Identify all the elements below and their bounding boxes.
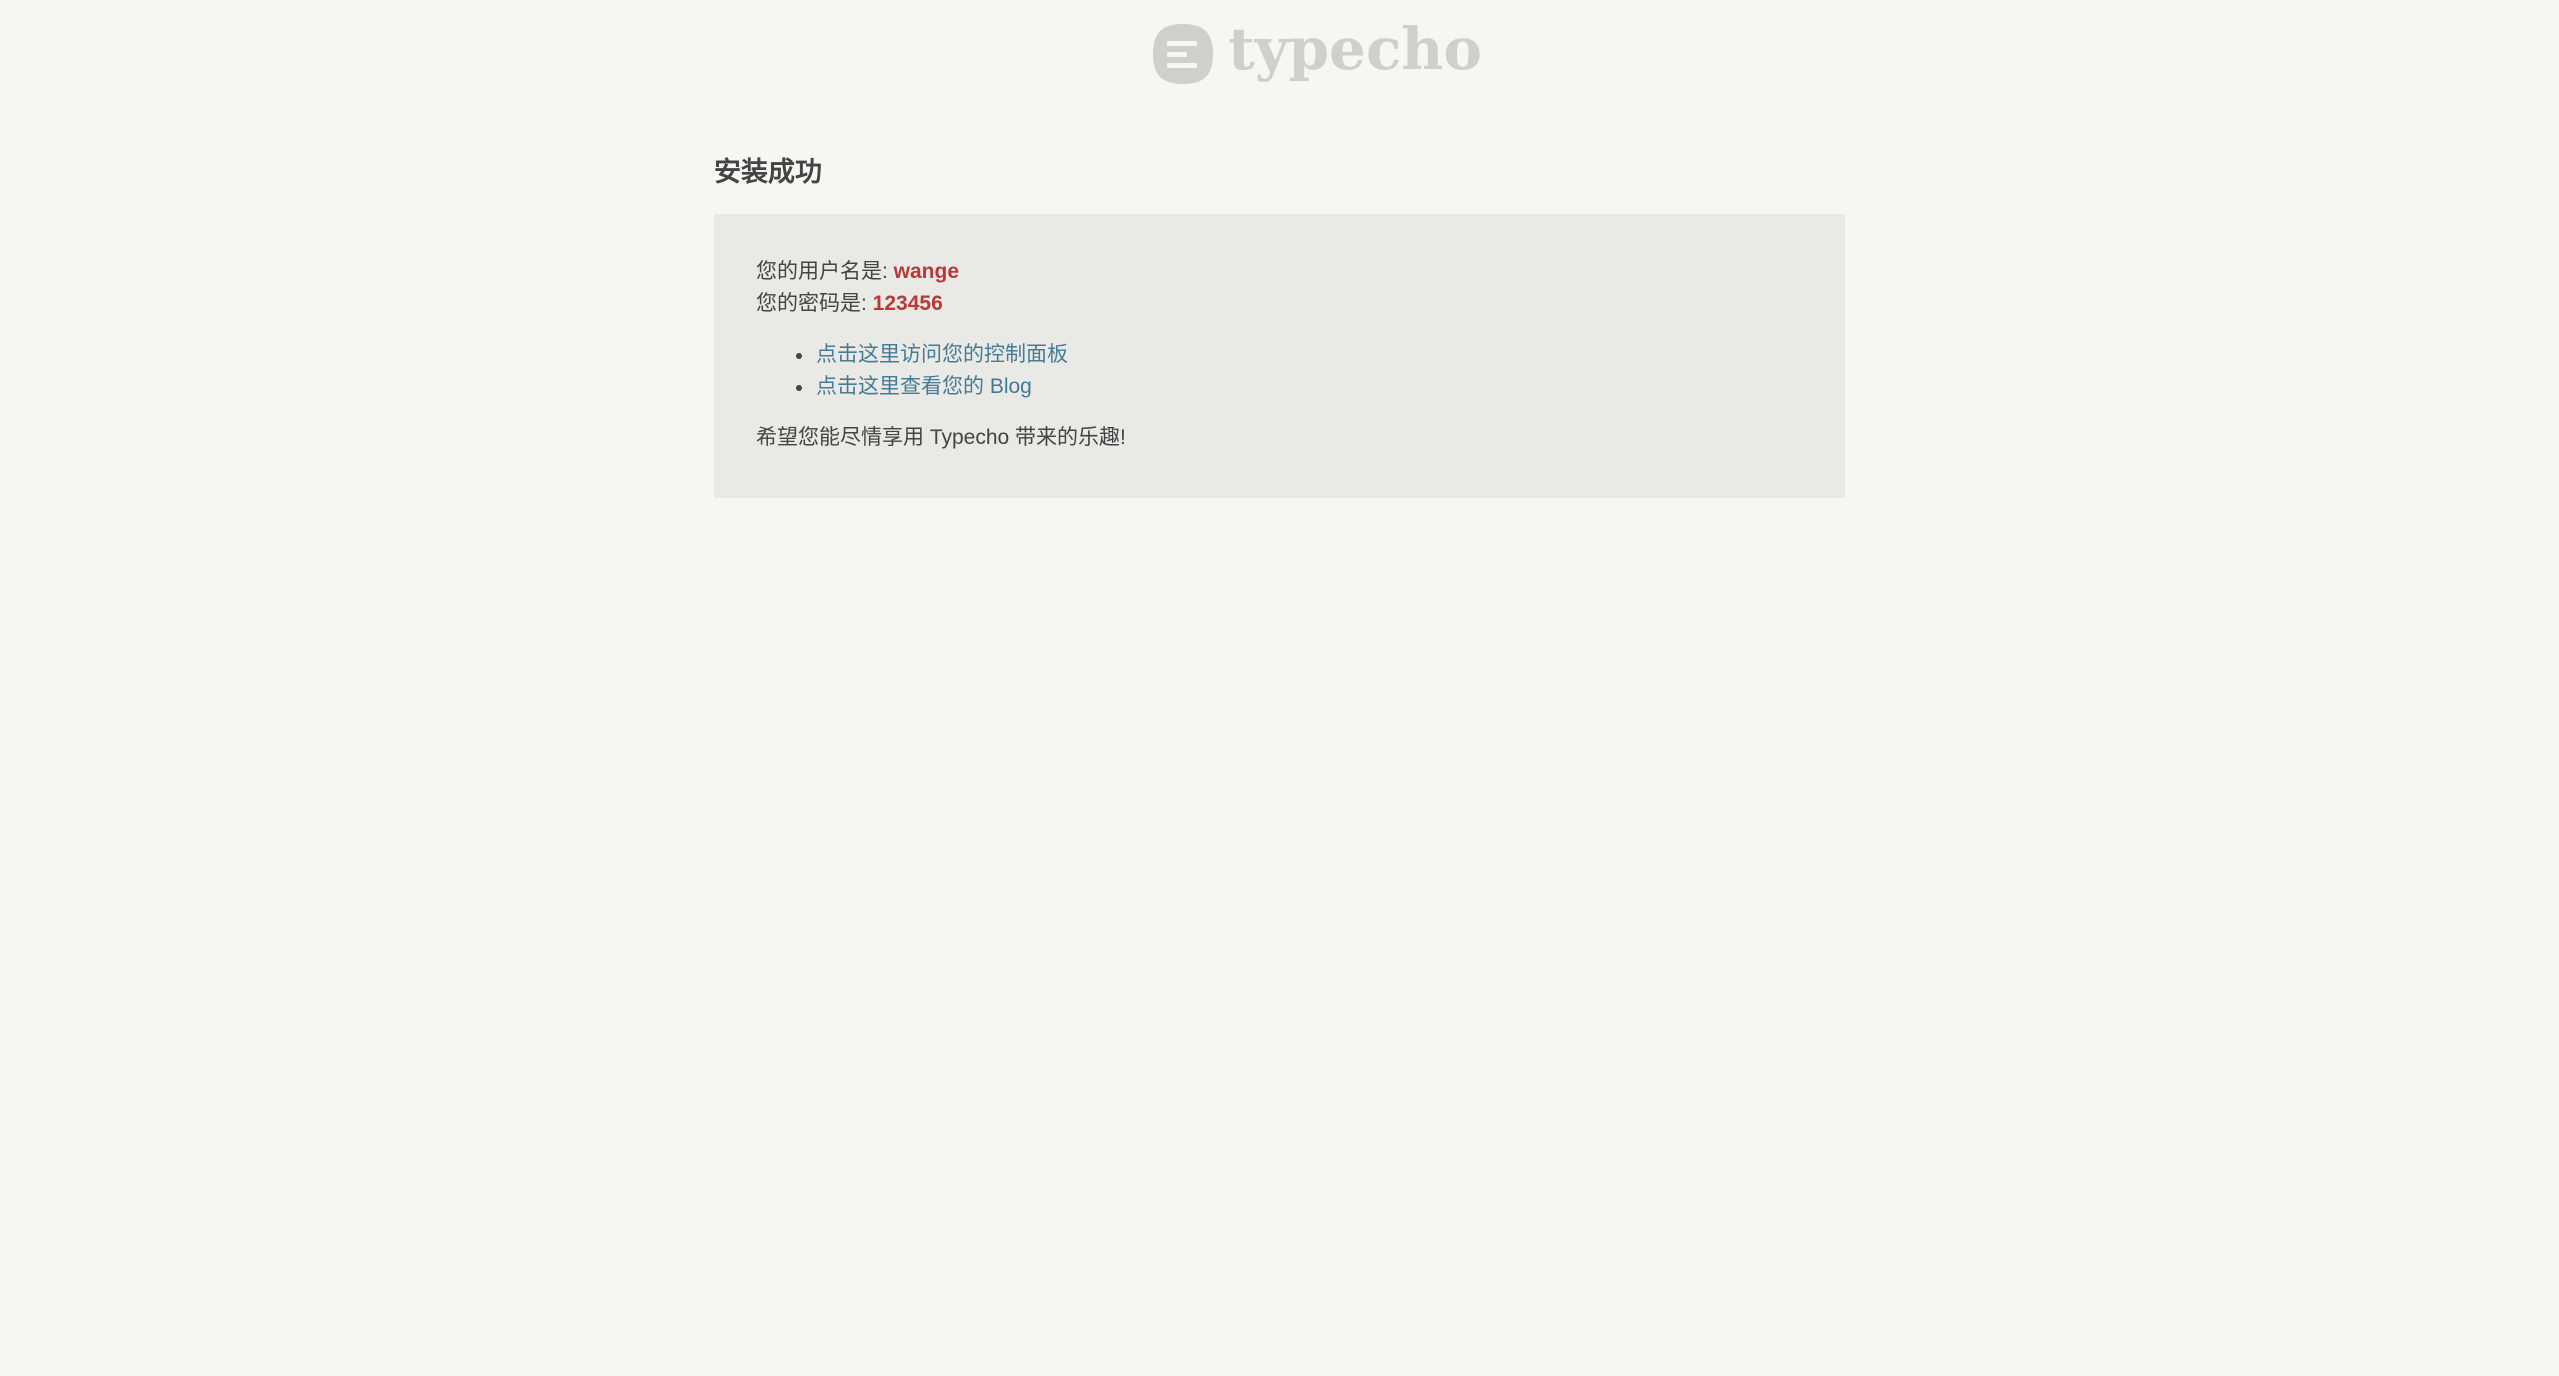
typecho-logo: typecho	[1152, 15, 1483, 86]
list-item: 点击这里查看您的 Blog	[796, 371, 1803, 403]
typecho-logo-icon	[1153, 24, 1213, 84]
closing-message: 希望您能尽情享用 Typecho 带来的乐趣!	[756, 426, 1126, 449]
password-value: 123456	[872, 292, 943, 315]
logo-wordmark: typecho	[1228, 15, 1483, 83]
password-line: 您的密码是: 123456	[756, 288, 1803, 320]
control-panel-link[interactable]: 点击这里访问您的控制面板	[816, 343, 1068, 366]
username-value: wange	[893, 260, 960, 283]
username-label: 您的用户名是:	[756, 260, 894, 283]
action-links: 点击这里访问您的控制面板 点击这里查看您的 Blog	[756, 339, 1803, 403]
password-label: 您的密码是:	[756, 292, 873, 315]
view-blog-link[interactable]: 点击这里查看您的 Blog	[816, 375, 1032, 398]
page-title: 安装成功	[714, 157, 822, 187]
username-line: 您的用户名是: wange	[756, 256, 1803, 288]
install-success-panel: 您的用户名是: wange 您的密码是: 123456 点击这里访问您的控制面板…	[714, 214, 1845, 498]
list-item: 点击这里访问您的控制面板	[796, 339, 1803, 371]
